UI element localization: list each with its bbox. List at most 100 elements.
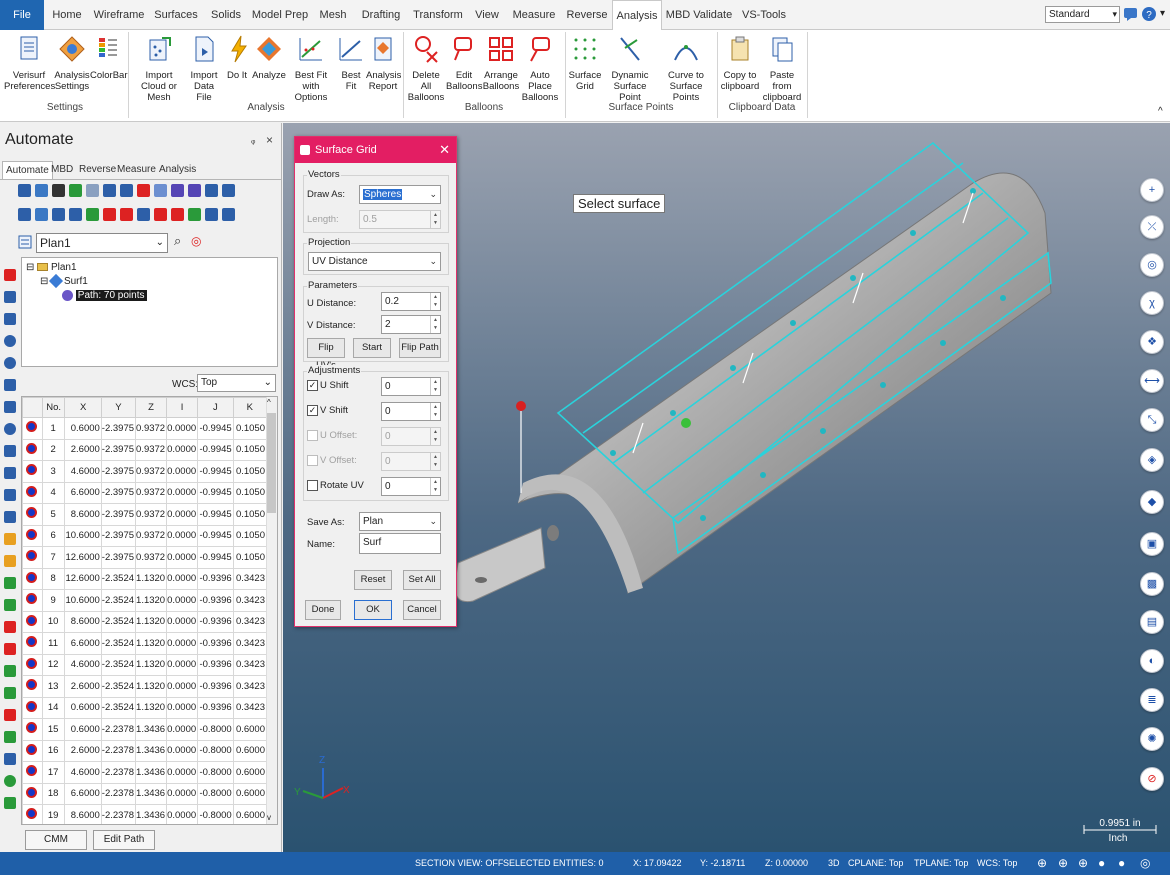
edit-balloons-button[interactable]: Edit Balloons xyxy=(446,34,482,92)
move-icon[interactable] xyxy=(222,208,235,221)
list-icon[interactable] xyxy=(86,208,99,221)
spinner-icon[interactable]: ▲ ▼ xyxy=(430,428,440,445)
tree-surf[interactable]: ⊟ Surf1 xyxy=(40,274,88,289)
hatch-alt-icon[interactable] xyxy=(188,184,201,197)
set-all-button[interactable]: Set All xyxy=(403,570,441,590)
panel-tab-measure[interactable]: Measure xyxy=(114,161,159,179)
tree-root[interactable]: ⊟ Plan1 xyxy=(26,262,77,273)
anchor-icon[interactable] xyxy=(205,184,218,197)
column-header-no[interactable]: No. xyxy=(41,397,66,418)
thermometer-icon[interactable] xyxy=(171,208,184,221)
table-row[interactable]: 11 6.6000 -2.3524 1.1320 0.0000 -0.9396 0.3423 xyxy=(22,632,268,655)
flatness-side-icon[interactable] xyxy=(4,665,16,677)
ring-side-icon[interactable] xyxy=(4,775,16,787)
torus-side-icon[interactable] xyxy=(4,489,16,501)
table-row[interactable]: 16 2.6000 -2.2378 1.3436 0.0000 -0.8000 0.6000 xyxy=(22,739,268,762)
filter-icon[interactable] xyxy=(69,184,82,197)
panel-tab-mbd[interactable]: MBD xyxy=(48,161,76,179)
measure-icon[interactable]: ⟷ xyxy=(1140,369,1164,393)
ok-button[interactable]: OK xyxy=(354,600,392,620)
diamond-side-icon[interactable] xyxy=(4,797,16,809)
style-select[interactable]: Standard ▾ xyxy=(1045,6,1120,23)
table-row[interactable]: 10 8.6000 -2.3524 1.1320 0.0000 -0.9396 0.3423 xyxy=(22,610,268,633)
circle-side-icon[interactable] xyxy=(4,335,16,347)
auto-place-balloons-button[interactable]: Auto Place Balloons xyxy=(520,34,560,103)
analysis-report-button[interactable]: Analysis Report xyxy=(366,34,401,92)
tab-transform[interactable]: Transform xyxy=(408,0,468,30)
datum-icon[interactable] xyxy=(137,208,150,221)
tab-mesh[interactable]: Mesh xyxy=(312,0,354,30)
locate-icon[interactable]: ◎ xyxy=(191,234,201,248)
tab-wireframe[interactable]: Wireframe xyxy=(90,0,148,30)
column-header-y[interactable]: Y xyxy=(100,397,137,418)
u-offset-checkbox[interactable] xyxy=(307,430,318,441)
calculator-icon[interactable] xyxy=(86,184,99,197)
curve-icon[interactable]: χ xyxy=(1140,291,1164,315)
light-icon[interactable]: ✺ xyxy=(1140,727,1164,751)
spinner-icon[interactable]: ▲ ▼ xyxy=(430,403,440,420)
width-side-icon[interactable] xyxy=(4,599,16,611)
spinner-icon[interactable]: ▲ ▼ xyxy=(430,478,440,495)
gdt-side-icon[interactable] xyxy=(4,621,16,633)
target-icon[interactable] xyxy=(154,208,167,221)
projection-select[interactable]: UV Distance ⌄ xyxy=(308,252,441,271)
probe-icon[interactable] xyxy=(52,184,65,197)
verisurf-preferences-button[interactable]: Verisurf Preferences xyxy=(4,34,55,92)
column-header-x[interactable]: X xyxy=(64,397,102,418)
column-header-i[interactable]: I xyxy=(166,397,199,418)
table-row[interactable]: 8 12.6000 -2.3524 1.1320 0.0000 -0.9396 0.3423 xyxy=(22,567,268,590)
table-row[interactable]: 14 0.6000 -2.3524 1.1320 0.0000 -0.9396 0.3423 xyxy=(22,696,268,719)
cmm-settings-button[interactable]: CMM Settings xyxy=(25,830,87,863)
table-row[interactable]: 1 0.6000 -2.3975 0.9372 0.0000 -0.9945 0.1050 xyxy=(22,417,268,440)
colorbar-button[interactable]: ColorBar xyxy=(90,34,128,81)
comment-icon[interactable] xyxy=(1123,6,1139,22)
compass-side-icon[interactable] xyxy=(4,731,16,743)
spinner-icon[interactable]: ▲ ▼ xyxy=(430,211,440,228)
import-data-file-button[interactable]: Import Data File xyxy=(186,34,222,103)
table-row[interactable]: 5 8.6000 -2.3975 0.9372 0.0000 -0.9945 0.1050 xyxy=(22,503,268,526)
curve-to-surface-points-button[interactable]: Curve to Surface Points xyxy=(658,34,714,103)
datum-side-icon[interactable] xyxy=(4,687,16,699)
reset-button[interactable]: Reset xyxy=(354,570,392,590)
import-cloud-button[interactable]: Import Cloud or Mesh xyxy=(132,34,186,103)
cplane-status[interactable]: CPLANE: Top xyxy=(848,852,903,875)
table-row[interactable]: 17 4.6000 -2.2378 1.3436 0.0000 -0.8000 0.6000 xyxy=(22,761,268,784)
scatter-icon[interactable] xyxy=(120,208,133,221)
spinner-icon[interactable]: ▲ ▼ xyxy=(430,453,440,470)
rotate-icon[interactable]: ⤫ xyxy=(1140,215,1164,239)
rotate-uv-input[interactable]: 0 ▲ ▼ xyxy=(381,477,441,496)
globe-icon[interactable]: ⊕ xyxy=(1037,852,1047,875)
hatch-icon[interactable] xyxy=(171,184,184,197)
v-offset-input[interactable]: 0 ▲ ▼ xyxy=(381,452,441,471)
distance-side-icon[interactable] xyxy=(4,555,16,567)
wire-mode-icon[interactable]: ◎ xyxy=(1140,852,1150,875)
do-it-button[interactable]: Do It xyxy=(224,34,250,81)
save-as-select[interactable]: Plan ⌄ xyxy=(359,512,441,531)
tab-drafting[interactable]: Drafting xyxy=(354,0,408,30)
position-side-icon[interactable] xyxy=(4,643,16,655)
tab-view[interactable]: View xyxy=(468,0,506,30)
table-row[interactable]: 15 0.6000 -2.2378 1.3436 0.0000 -0.8000 0.6000 xyxy=(22,718,268,741)
rotate-uv-checkbox[interactable] xyxy=(307,480,318,491)
analyze-button[interactable]: Analyze xyxy=(252,34,286,81)
name-input[interactable]: Surf xyxy=(359,533,441,554)
surface-grid-button[interactable]: Surface Grid xyxy=(568,34,602,92)
zoom-icon[interactable]: + xyxy=(1140,178,1164,202)
cmm-icon[interactable] xyxy=(18,208,31,221)
scroll-up-icon[interactable]: ^ xyxy=(267,398,271,407)
shade-mode-icon[interactable]: ● xyxy=(1098,852,1105,875)
tab-mbd-validate[interactable]: MBD Validate xyxy=(662,0,736,30)
wcs-status[interactable]: WCS: Top xyxy=(977,852,1017,875)
draw-as-select[interactable]: Spheres ⌄ xyxy=(359,185,441,204)
flip-uvs-button[interactable]: Flip UV's xyxy=(307,338,345,371)
tab-file[interactable]: File xyxy=(0,0,44,30)
table-row[interactable]: 18 6.6000 -2.2378 1.3436 0.0000 -0.8000 0.6000 xyxy=(22,782,268,805)
panel-tab-automate[interactable]: Automate xyxy=(2,161,53,179)
stack-icon[interactable]: ≣ xyxy=(1140,688,1164,712)
spinner-icon[interactable]: ▲ ▼ xyxy=(430,378,440,395)
dynamic-surface-point-button[interactable]: Dynamic Surface Point xyxy=(602,34,658,103)
u-distance-input[interactable]: 0.2 ▲ ▼ xyxy=(381,292,441,311)
angle-side-icon[interactable] xyxy=(4,577,16,589)
cylinder-side-icon[interactable] xyxy=(4,445,16,457)
u-offset-input[interactable]: 0 ▲ ▼ xyxy=(381,427,441,446)
